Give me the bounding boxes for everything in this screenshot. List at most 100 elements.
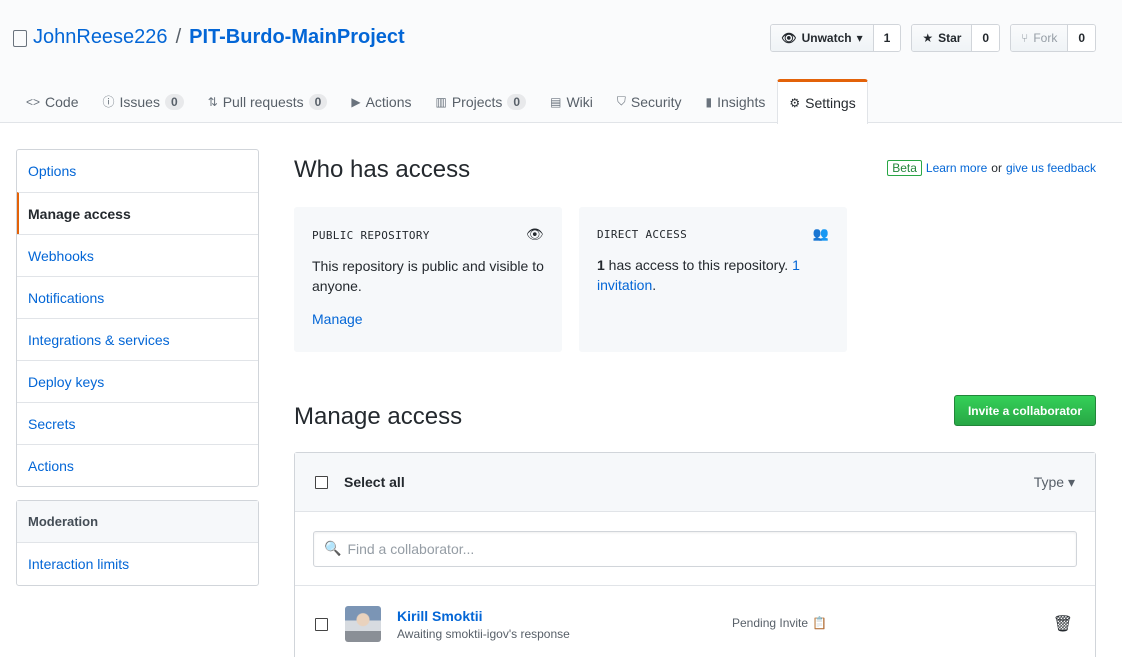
sidebar-item-webhooks[interactable]: Webhooks (17, 234, 258, 276)
public-repository-caption-row: PUBLIC REPOSITORY 👁 (312, 227, 544, 243)
tab-code[interactable]: <> Code (14, 79, 90, 123)
caret-down-icon: ▾ (1067, 473, 1075, 490)
sidebar-item-notifications[interactable]: Notifications (17, 276, 258, 318)
tab-actions-label: Actions (365, 93, 412, 110)
settings-menu: Options Manage access Webhooks Notificat… (16, 149, 259, 487)
repo-owner-link[interactable]: JohnReese226 (33, 26, 168, 49)
direct-access-caption: DIRECT ACCESS (597, 228, 687, 241)
repo-title: JohnReese226 / PIT-Burdo-MainProject (13, 26, 405, 49)
tab-security-label: Security (630, 93, 682, 110)
tab-wiki-label: Wiki (566, 93, 593, 110)
type-filter-dropdown[interactable]: Type ▾ (1034, 474, 1075, 491)
public-repository-caption: PUBLIC REPOSITORY (312, 228, 430, 242)
tab-pull-requests[interactable]: ⇅ Pull requests 0 (196, 79, 340, 123)
pull-request-icon: ⇅ (207, 94, 218, 109)
collaborator-search-input[interactable] (347, 540, 1076, 557)
pending-invite: Pending Invite 📋 (732, 616, 827, 630)
repo-header: JohnReese226 / PIT-Burdo-MainProject 👁 U… (0, 0, 1122, 124)
or-text: or (991, 161, 1002, 175)
fork-icon: ⑂ (1021, 31, 1029, 45)
select-all-checkbox[interactable] (315, 475, 328, 489)
public-repository-box: PUBLIC REPOSITORY 👁 This repository is p… (294, 207, 562, 352)
collaborator-name-link[interactable]: Kirill Smoktii (397, 608, 483, 624)
collaborators-header: Select all Type ▾ (295, 453, 1095, 512)
pagehead-actions: 👁 Unwatch ▾ 1 ★ Star 0 ⑂ Fork 0 (770, 24, 1096, 52)
tab-issues[interactable]: ⓘ Issues 0 (90, 79, 195, 123)
collaborator-row: Kirill Smoktii Awaiting smoktii-igov's r… (295, 586, 1095, 657)
who-has-access-title: Who has access (294, 156, 471, 183)
issue-icon: ⓘ (102, 95, 115, 109)
sidebar-item-secrets[interactable]: Secrets (17, 402, 258, 444)
pending-invite-label: Pending Invite (732, 616, 809, 630)
tab-wiki[interactable]: ▤ Wiki (538, 79, 605, 123)
learn-more-link[interactable]: Learn more (926, 161, 987, 175)
search-icon: 🔍 (324, 540, 342, 556)
star-label: Star (938, 31, 962, 45)
manage-access-title: Manage access (294, 403, 463, 430)
repo-name-link[interactable]: PIT-Burdo-MainProject (189, 26, 405, 49)
sidebar-item-integrations[interactable]: Integrations & services (17, 318, 258, 360)
direct-access-description: has access to this repository. (604, 257, 793, 273)
watchers-count[interactable]: 1 (872, 25, 901, 51)
select-all[interactable]: Select all (315, 474, 405, 490)
manage-visibility-link[interactable]: Manage (312, 311, 544, 327)
moderation-menu: Moderation Interaction limits (16, 500, 259, 586)
repo-separator: / (175, 26, 182, 48)
invite-collaborator-button[interactable]: Invite a collaborator (953, 395, 1096, 426)
beta-notice: Beta Learn more or give us feedback (887, 160, 1096, 176)
stargazers-count[interactable]: 0 (971, 25, 1000, 51)
direct-access-text: 1 has access to this repository. 1 invit… (597, 255, 829, 295)
unwatch-label: Unwatch (801, 31, 852, 45)
code-icon: <> (26, 94, 41, 109)
play-icon: ▶ (351, 94, 361, 109)
tab-settings[interactable]: ⚙ Settings (777, 79, 868, 124)
tab-projects[interactable]: ▥ Projects 0 (424, 79, 539, 123)
gear-icon: ⚙ (789, 96, 801, 110)
eye-icon: 👁 (525, 227, 544, 243)
collaborators-box: Select all Type ▾ 🔍 Kirill Smoktii Await… (294, 452, 1096, 657)
feedback-link[interactable]: give us feedback (1006, 161, 1096, 175)
sidebar-item-deploy-keys[interactable]: Deploy keys (17, 360, 258, 402)
type-filter-label: Type (1033, 473, 1065, 490)
direct-access-end: . (652, 277, 657, 293)
tab-code-label: Code (45, 93, 79, 110)
collaborator-checkbox[interactable] (315, 617, 328, 631)
repo-nav: <> Code ⓘ Issues 0 ⇅ Pull requests 0 ▶ A… (14, 79, 868, 124)
direct-access-caption-row: DIRECT ACCESS 👥 (597, 227, 829, 242)
issues-counter: 0 (164, 93, 184, 110)
tab-actions[interactable]: ▶ Actions (339, 79, 423, 123)
sidebar-item-manage-access[interactable]: Manage access (17, 192, 258, 234)
shield-icon: ⛉ (616, 94, 626, 108)
repo-icon (13, 30, 27, 47)
star-button[interactable]: ★ Star (912, 25, 972, 51)
tab-pulls-label: Pull requests (222, 93, 304, 110)
pulls-counter: 0 (308, 93, 328, 110)
unwatch-button[interactable]: 👁 Unwatch ▾ (771, 25, 873, 51)
tab-insights[interactable]: ▮ Insights (693, 79, 777, 123)
sidebar-item-actions[interactable]: Actions (17, 444, 258, 486)
tab-issues-label: Issues (119, 93, 160, 110)
tab-settings-label: Settings (805, 95, 856, 111)
project-icon: ▥ (435, 94, 447, 109)
tab-security[interactable]: ⛉ Security (605, 79, 694, 123)
collaborator-search[interactable]: 🔍 (313, 530, 1077, 567)
watch-button-group: 👁 Unwatch ▾ 1 (770, 24, 902, 52)
trash-icon[interactable]: 🗑 (1053, 614, 1073, 634)
clipboard-icon[interactable]: 📋 (812, 616, 827, 630)
avatar[interactable] (345, 606, 381, 642)
projects-counter: 0 (507, 93, 527, 110)
forks-count[interactable]: 0 (1067, 25, 1095, 51)
beta-label: Beta (887, 160, 922, 176)
tab-insights-label: Insights (717, 93, 766, 110)
sidebar-item-options[interactable]: Options (17, 150, 258, 192)
direct-access-box: DIRECT ACCESS 👥 1 has access to this rep… (579, 207, 847, 352)
book-icon: ▤ (550, 94, 562, 109)
search-row: 🔍 (295, 512, 1095, 586)
caret-down-icon: ▾ (856, 31, 863, 45)
sidebar-item-interaction-limits[interactable]: Interaction limits (17, 543, 258, 585)
star-icon: ★ (922, 31, 934, 45)
fork-button-group: ⑂ Fork 0 (1010, 24, 1096, 52)
people-icon: 👥 (812, 227, 829, 242)
eye-icon: 👁 (781, 31, 797, 45)
fork-button[interactable]: ⑂ Fork (1011, 25, 1068, 51)
